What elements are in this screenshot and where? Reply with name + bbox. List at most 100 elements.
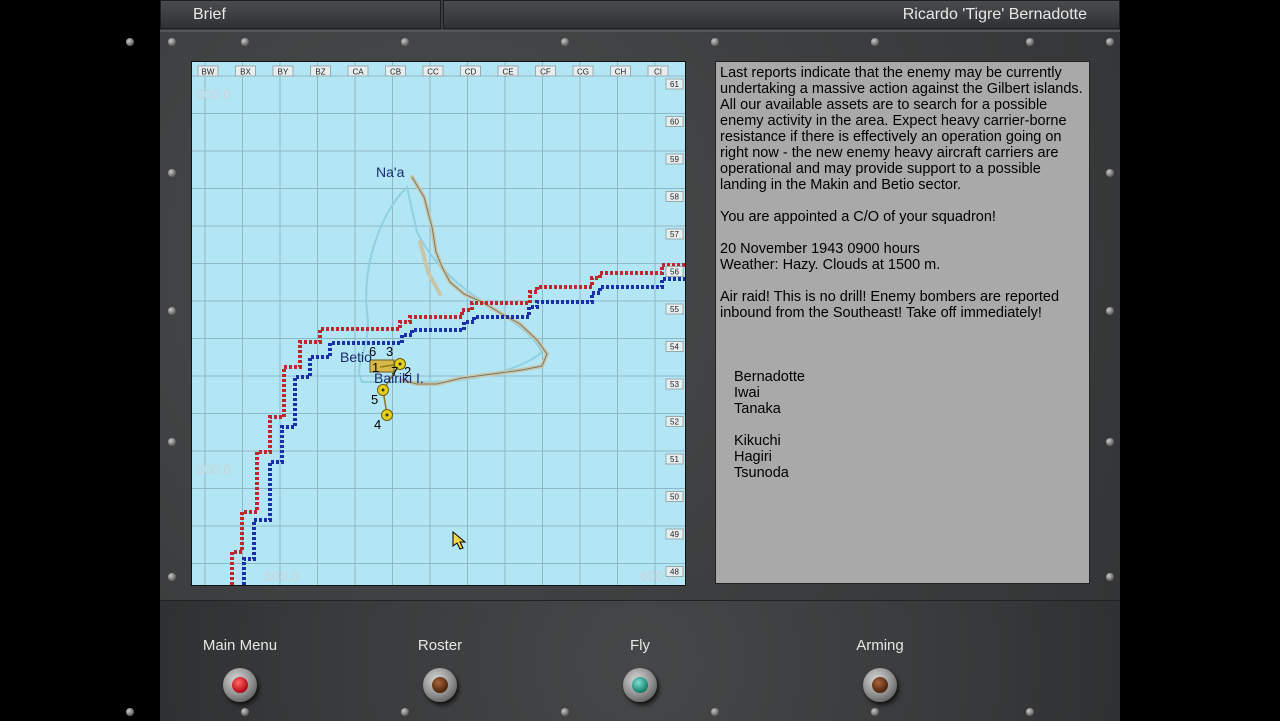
rivet-icon: [871, 708, 879, 716]
rivet-icon: [241, 38, 249, 46]
atoll-land: [400, 175, 550, 386]
rivet-icon: [1106, 307, 1114, 315]
roster-button[interactable]: Roster: [380, 637, 500, 702]
rivet-icon: [401, 38, 409, 46]
map-column-label: CD: [465, 68, 477, 77]
pilot-name: Kikuchi: [734, 433, 781, 449]
rivet-icon: [241, 708, 249, 716]
map-column-label: CF: [540, 68, 551, 77]
map-column-label: CC: [427, 68, 439, 77]
fly-lamp: [632, 677, 648, 693]
place-label-naa: Na'a: [376, 164, 405, 180]
rivet-icon: [168, 573, 176, 581]
pilot-name: Hagiri: [734, 449, 772, 465]
map-column-label: CE: [502, 68, 513, 77]
rivet-icon: [871, 38, 879, 46]
mission-map[interactable]: Na'a Betio Bairiki I. 6 3 1 7 2 5 4 600.…: [191, 61, 686, 586]
mouse-cursor-icon: [452, 531, 467, 550]
scale-label: 500.0: [264, 568, 299, 584]
brief-paragraph: You are appointed a C/O of your squadron…: [720, 209, 996, 225]
pilot-roster: Bernadotte Iwai Tanaka Kikuchi Hagiri Ts…: [720, 369, 1085, 481]
pilot-name: Tanaka: [734, 401, 781, 417]
waypoint-label: 5: [371, 392, 378, 407]
rivet-icon: [711, 708, 719, 716]
map-column-label: BX: [240, 68, 251, 77]
map-row-label: 53: [670, 380, 679, 389]
fly-button[interactable]: Fly: [580, 637, 700, 702]
waypoint-label: 6: [369, 344, 376, 359]
roster-label: Roster: [417, 637, 463, 654]
map-row-label: 58: [670, 193, 679, 202]
arming-button[interactable]: Arming: [820, 637, 940, 702]
brief-paragraph: Last reports indicate that the enemy may…: [720, 65, 1083, 193]
map-row-label: 49: [670, 530, 679, 539]
main-menu-lamp: [232, 677, 248, 693]
map-row-label: 57: [670, 230, 679, 239]
map-row-label: 51: [670, 455, 679, 464]
knob-icon[interactable]: [863, 668, 897, 702]
rivet-icon: [711, 38, 719, 46]
rivet-icon: [126, 708, 134, 716]
main-menu-label: Main Menu: [202, 637, 278, 654]
mission-weather: Weather: Hazy. Clouds at 1500 m.: [720, 257, 941, 273]
rivet-icon: [168, 169, 176, 177]
rivet-icon: [1026, 38, 1034, 46]
waypoint-label: 1: [372, 360, 379, 375]
map-row-label: 56: [670, 268, 679, 277]
waypoint-label: 4: [374, 417, 381, 432]
place-label-betio: Betio: [340, 349, 372, 365]
map-row-label: 59: [670, 155, 679, 164]
map-column-label: CB: [390, 68, 401, 77]
knob-icon[interactable]: [223, 668, 257, 702]
knob-icon[interactable]: [623, 668, 657, 702]
map-row-label: 50: [670, 493, 679, 502]
brief-tab-title: Brief: [160, 0, 441, 29]
brief-paragraph: Air raid! This is no drill! Enemy bomber…: [720, 289, 1060, 321]
map-row-label: 52: [670, 418, 679, 427]
rivet-icon: [126, 38, 134, 46]
rivet-icon: [1106, 38, 1114, 46]
map-row-label: 54: [670, 343, 679, 352]
fly-label: Fly: [630, 637, 650, 654]
map-grid: [192, 62, 685, 585]
roster-lamp: [432, 677, 448, 693]
rivet-icon: [168, 307, 176, 315]
rivet-icon: [561, 708, 569, 716]
main-menu-button[interactable]: Main Menu: [180, 637, 300, 702]
arming-label: Arming: [856, 637, 904, 654]
rivet-icon: [1106, 438, 1114, 446]
map-column-label: BZ: [315, 68, 325, 77]
rivet-icon: [1026, 708, 1034, 716]
rivet-icon: [168, 38, 176, 46]
waypoint-label: 3: [386, 344, 393, 359]
map-row-label: 60: [670, 118, 679, 127]
map-row-label: 48: [670, 568, 679, 577]
knob-icon[interactable]: [423, 668, 457, 702]
pilot-name: Iwai: [734, 385, 760, 401]
waypoint-label: 7: [391, 364, 398, 379]
scale-label: 600.0: [196, 86, 231, 102]
map-column-label: BW: [202, 68, 215, 77]
rivet-icon: [401, 708, 409, 716]
map-column-label: CA: [352, 68, 364, 77]
rivet-icon: [168, 438, 176, 446]
map-column-label: BY: [278, 68, 289, 77]
rivet-icon: [1106, 169, 1114, 177]
rivet-icon: [1106, 573, 1114, 581]
place-label-bairiki: Bairiki I.: [374, 370, 424, 386]
map-canvas: Na'a Betio Bairiki I. 6 3 1 7 2 5 4 600.…: [192, 62, 685, 585]
briefing-text-panel: Last reports indicate that the enemy may…: [715, 61, 1090, 584]
map-column-label: CI: [654, 68, 662, 77]
pilot-name: Tsunoda: [734, 465, 789, 481]
pilot-name: Bernadotte: [734, 369, 805, 385]
waypoint-label: 2: [404, 364, 411, 379]
pilot-name-title: Ricardo 'Tigre' Bernadotte: [443, 0, 1120, 29]
map-row-label: 55: [670, 305, 679, 314]
map-row-label: 61: [670, 80, 679, 89]
arming-lamp: [872, 677, 888, 693]
mission-date: 20 November 1943 0900 hours: [720, 241, 920, 257]
map-column-label: CH: [615, 68, 627, 77]
scale-label: 500.0: [196, 461, 231, 477]
map-column-label: CG: [577, 68, 589, 77]
rivet-icon: [561, 38, 569, 46]
